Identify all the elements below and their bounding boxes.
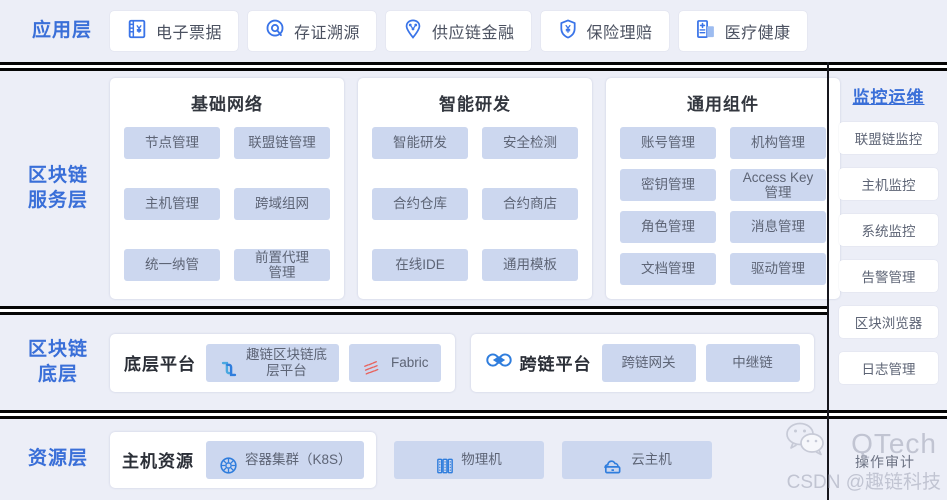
resource-layer-band: 资源层 主机资源 容器集群（K8S） 物理机 云主机 <box>0 419 947 500</box>
fingerprint-trace-icon <box>264 18 286 45</box>
hyperchain-logo-icon <box>218 342 240 382</box>
app-card-insurance-claim[interactable]: 保险理赔 <box>540 11 669 51</box>
panel-title: 智能研发 <box>439 95 511 114</box>
app-card-supply-chain-finance[interactable]: 供应链金融 <box>386 11 531 51</box>
chip-node-management[interactable]: 节点管理 <box>124 127 220 159</box>
chip-message-management[interactable]: 消息管理 <box>730 211 826 243</box>
chip-role-management[interactable]: 角色管理 <box>620 211 716 243</box>
chip-general-template[interactable]: 通用模板 <box>482 249 578 281</box>
chip-contract-store[interactable]: 合约商店 <box>482 188 578 220</box>
group-cross-chain-platform: 跨链平台 跨链网关 中继链 <box>470 333 814 392</box>
fabric-logo-icon <box>361 343 385 381</box>
divider-monitor-column <box>827 62 829 500</box>
monitor-item-operation-audit[interactable]: 操作审计 <box>855 452 915 472</box>
pill-cross-chain-gateway[interactable]: 跨链网关 <box>601 343 696 382</box>
monitor-ops-column: 监控运维 联盟链监控 主机监控 系统监控 告警管理 区块浏览器 日志管理 操作审… <box>830 71 947 500</box>
pill-label: 中继链 <box>732 354 773 370</box>
pill-relay-chain[interactable]: 中继链 <box>705 343 800 382</box>
resource-item-list: 主机资源 容器集群（K8S） 物理机 云主机 <box>110 431 712 488</box>
pill-cloud-host[interactable]: 云主机 <box>561 440 712 479</box>
group-title: 跨链平台 <box>519 355 592 374</box>
app-card-label: 电子票据 <box>156 25 223 42</box>
chip-cross-domain-network[interactable]: 跨域组网 <box>234 188 330 220</box>
shield-yen-icon <box>557 18 579 45</box>
application-layer-band: 应用层 电子票据 存证溯源 供应链金融 保险理赔 医疗健康 <box>0 0 947 62</box>
chip-unified-governance[interactable]: 统一纳管 <box>124 249 220 281</box>
invoice-yen-icon <box>126 18 148 45</box>
pill-label: 容器集群（K8S） <box>245 451 352 467</box>
group-title-wrap: 跨链平台 <box>485 350 592 375</box>
chip-grid: 智能研发 安全检测 合约仓库 合约商店 在线IDE 通用模板 <box>372 127 578 281</box>
app-card-label: 保险理赔 <box>586 25 653 42</box>
chip-online-ide[interactable]: 在线IDE <box>372 249 468 281</box>
chain-layer-label: 区块链 底层 <box>27 339 88 385</box>
chip-consortium-chain-mgmt[interactable]: 联盟链管理 <box>234 127 330 159</box>
chip-document-management[interactable]: 文档管理 <box>620 253 716 285</box>
resource-group-title: 主机资源 <box>122 452 194 471</box>
resource-card-host: 主机资源 容器集群（K8S） <box>110 431 376 488</box>
monitor-item-block-explorer[interactable]: 区块浏览器 <box>839 306 938 338</box>
hospital-building-icon <box>695 18 717 45</box>
app-card-label: 存证溯源 <box>294 25 361 42</box>
service-panel-list: 基础网络 节点管理 联盟链管理 主机管理 跨域组网 统一纳管 前置代理 管理 智… <box>110 78 840 299</box>
application-card-list: 电子票据 存证溯源 供应链金融 保险理赔 医疗健康 <box>110 11 807 51</box>
pill-physical-machine[interactable]: 物理机 <box>393 440 544 479</box>
supply-chain-node-icon <box>402 18 424 45</box>
monitor-column-title: 监控运维 <box>852 88 925 107</box>
panel-title: 通用组件 <box>687 95 759 114</box>
chip-contract-repo[interactable]: 合约仓库 <box>372 188 468 220</box>
pill-hyperchain-platform[interactable]: 趣链区块链底 层平台 <box>206 342 339 382</box>
group-title: 底层平台 <box>124 355 196 374</box>
monitor-item-consortium-chain[interactable]: 联盟链监控 <box>839 122 938 154</box>
app-card-medical-health[interactable]: 医疗健康 <box>678 11 807 51</box>
panel-title: 基础网络 <box>191 95 263 114</box>
blockchain-bottom-layer-band: 区块链 底层 底层平台 趣链区块链底 层平台 Fabric 跨链平台 跨链网关 … <box>0 315 828 410</box>
app-card-evidence-traceability[interactable]: 存证溯源 <box>248 11 377 51</box>
monitor-item-alarm[interactable]: 告警管理 <box>839 260 938 292</box>
divider-application <box>0 62 947 71</box>
chip-access-key-mgmt[interactable]: Access Key 管理 <box>730 169 826 201</box>
chip-smart-rd[interactable]: 智能研发 <box>372 127 468 159</box>
service-layer-label: 区块链 服务层 <box>27 165 88 211</box>
chip-front-proxy-mgmt[interactable]: 前置代理 管理 <box>234 249 330 281</box>
cloud-server-icon <box>601 440 625 479</box>
divider-service <box>0 306 828 315</box>
chip-org-management[interactable]: 机构管理 <box>730 127 826 159</box>
pill-label: 云主机 <box>631 451 672 467</box>
chain-group-list: 底层平台 趣链区块链底 层平台 Fabric 跨链平台 跨链网关 中继链 <box>110 333 814 392</box>
divider-chain <box>0 410 947 419</box>
monitor-item-log[interactable]: 日志管理 <box>839 352 938 384</box>
chip-grid: 节点管理 联盟链管理 主机管理 跨域组网 统一纳管 前置代理 管理 <box>124 127 330 281</box>
chip-grid: 账号管理 机构管理 密钥管理 Access Key 管理 角色管理 消息管理 文… <box>620 127 826 285</box>
chip-security-detection[interactable]: 安全检测 <box>482 127 578 159</box>
pill-fabric[interactable]: Fabric <box>349 343 441 382</box>
monitor-item-host[interactable]: 主机监控 <box>839 168 938 200</box>
pill-label: Fabric <box>391 354 429 370</box>
pill-label: 跨链网关 <box>621 354 676 370</box>
pill-label: 趣链区块链底 层平台 <box>246 347 327 378</box>
architecture-diagram: 应用层 电子票据 存证溯源 供应链金融 保险理赔 医疗健康 区块链 服务层 基础… <box>0 0 947 500</box>
monitor-item-system[interactable]: 系统监控 <box>839 214 938 246</box>
application-layer-label: 应用层 <box>31 19 92 41</box>
app-card-label: 供应链金融 <box>432 25 515 42</box>
blockchain-service-layer-band: 区块链 服务层 基础网络 节点管理 联盟链管理 主机管理 跨域组网 统一纳管 前… <box>0 71 840 306</box>
panel-basic-network: 基础网络 节点管理 联盟链管理 主机管理 跨域组网 统一纳管 前置代理 管理 <box>110 78 344 299</box>
panel-smart-rd: 智能研发 智能研发 安全检测 合约仓库 合约商店 在线IDE 通用模板 <box>358 78 592 299</box>
chip-key-management[interactable]: 密钥管理 <box>620 169 716 201</box>
pill-label: 物理机 <box>461 451 502 467</box>
server-rack-icon <box>435 440 455 478</box>
resource-layer-label: 资源层 <box>27 448 88 470</box>
group-underlying-platform: 底层平台 趣链区块链底 层平台 Fabric <box>110 333 455 392</box>
kubernetes-helm-icon <box>218 440 239 479</box>
chip-account-management[interactable]: 账号管理 <box>620 127 716 159</box>
chip-driver-management[interactable]: 驱动管理 <box>730 253 826 285</box>
app-card-electronic-bill[interactable]: 电子票据 <box>110 11 239 51</box>
app-card-label: 医疗健康 <box>724 25 791 42</box>
panel-common-components: 通用组件 账号管理 机构管理 密钥管理 Access Key 管理 角色管理 消… <box>606 78 840 299</box>
chip-host-management[interactable]: 主机管理 <box>124 188 220 220</box>
pill-container-cluster[interactable]: 容器集群（K8S） <box>206 440 364 479</box>
cross-chain-logo-icon <box>485 350 513 375</box>
